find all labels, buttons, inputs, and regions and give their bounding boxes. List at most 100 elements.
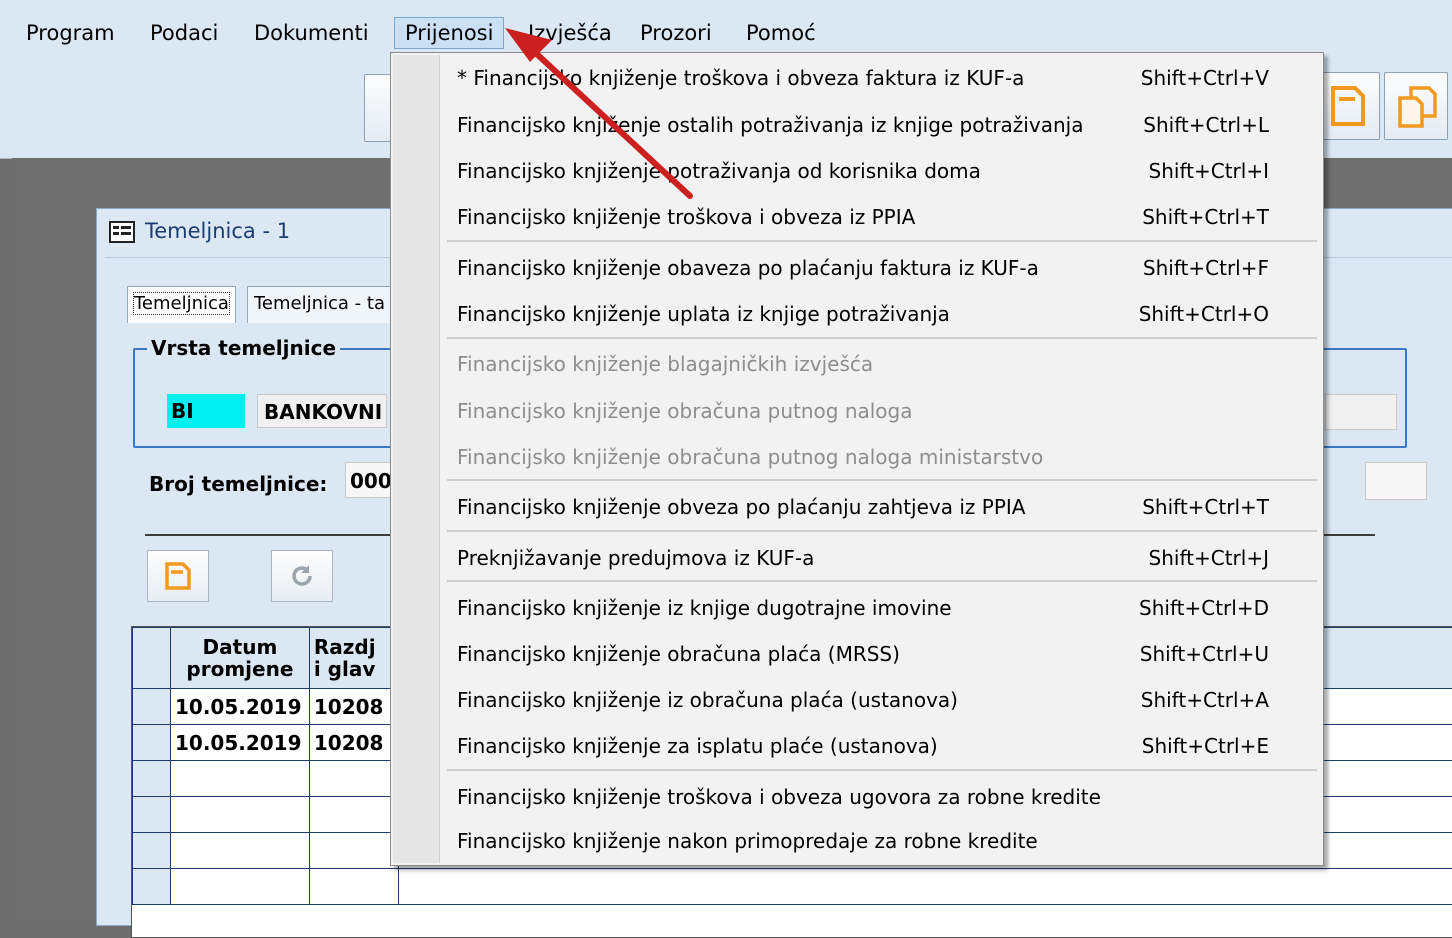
menu-item-label: * Financijsko knjiženje troškova i obvez… bbox=[457, 59, 1024, 97]
cell-empty[interactable] bbox=[170, 833, 309, 869]
page-icon bbox=[164, 561, 192, 591]
menu-separator bbox=[447, 580, 1317, 582]
menu-item-shortcut: Shift+Ctrl+D bbox=[1139, 589, 1269, 627]
cell-empty[interactable] bbox=[309, 833, 398, 869]
menu-item-obaveze-placanje-kuf[interactable]: Financijsko knjiženje obaveza po plaćanj… bbox=[441, 249, 1317, 287]
cell-code[interactable]: 10208 bbox=[309, 689, 398, 725]
cell-code[interactable]: 10208 bbox=[309, 725, 398, 761]
row-indicator[interactable] bbox=[133, 833, 171, 869]
menu-item-shortcut: Shift+Ctrl+E bbox=[1142, 727, 1269, 765]
column-header-razdjel[interactable]: Razdj i glav bbox=[309, 628, 398, 689]
copy-page-icon bbox=[1397, 85, 1437, 129]
table-row[interactable] bbox=[133, 869, 1452, 905]
menu-item-potrazivanja-doma[interactable]: Financijsko knjiženje potraživanja od ko… bbox=[441, 152, 1317, 190]
menu-item-preknjizavanje-predujmova[interactable]: Preknjižavanje predujmova iz KUF-aShift+… bbox=[441, 539, 1317, 577]
menu-pomoc[interactable]: Pomoć bbox=[736, 18, 826, 48]
menu-item-obracun-placa-ustanova[interactable]: Financijsko knjiženje iz obračuna plaća … bbox=[441, 681, 1317, 719]
menu-prozori[interactable]: Prozori bbox=[630, 18, 722, 48]
refresh-icon bbox=[289, 563, 315, 589]
code-field[interactable]: BI bbox=[167, 394, 245, 428]
cell-empty[interactable] bbox=[170, 761, 309, 797]
row-indicator[interactable] bbox=[133, 725, 171, 761]
menu-item-label: Financijsko knjiženje uplata iz knjige p… bbox=[457, 295, 950, 333]
menu-item-blagajnicka-izvjesca: Financijsko knjiženje blagajničkih izvje… bbox=[441, 345, 1317, 383]
menu-item-uplate-potrazivanja[interactable]: Financijsko knjiženje uplata iz knjige p… bbox=[441, 295, 1317, 333]
cell-empty[interactable] bbox=[170, 797, 309, 833]
menu-item-label: Financijsko knjiženje za isplatu plaće (… bbox=[457, 727, 938, 765]
menu-izvjesca[interactable]: Izvješća bbox=[518, 18, 622, 48]
menu-item-dugotrajna-imovina[interactable]: Financijsko knjiženje iz knjige dugotraj… bbox=[441, 589, 1317, 627]
menu-item-shortcut: Shift+Ctrl+A bbox=[1141, 681, 1269, 719]
menu-separator bbox=[447, 240, 1317, 242]
menu-item-shortcut: Shift+Ctrl+V bbox=[1141, 59, 1269, 97]
row-indicator[interactable] bbox=[133, 761, 171, 797]
menu-item-putni-nalog: Financijsko knjiženje obračuna putnog na… bbox=[441, 392, 1317, 430]
menu-item-label: Financijsko knjiženje troškova i obveza … bbox=[457, 198, 915, 236]
menu-separator bbox=[447, 479, 1317, 481]
cell-date[interactable]: 10.05.2019 bbox=[170, 725, 309, 761]
menu-item-obracun-placa-mrss[interactable]: Financijsko knjiženje obračuna plaća (MR… bbox=[441, 635, 1317, 673]
menu-item-label: Financijsko knjiženje iz obračuna plaća … bbox=[457, 681, 958, 719]
row-indicator[interactable] bbox=[133, 869, 171, 905]
menu-item-label: Financijsko knjiženje obračuna putnog na… bbox=[457, 392, 913, 430]
cell-empty[interactable] bbox=[309, 797, 398, 833]
menu-item-zahtjevi-ppia[interactable]: Financijsko knjiženje obveza po plaćanju… bbox=[441, 488, 1317, 526]
menu-item-shortcut: Shift+Ctrl+F bbox=[1143, 249, 1269, 287]
cell-empty[interactable] bbox=[170, 869, 309, 905]
grid-corner bbox=[133, 628, 171, 689]
menu-item-robni-krediti-primopredaja[interactable]: Financijsko knjiženje nakon primopredaje… bbox=[441, 822, 1317, 860]
tab-label: Temeljnica - ta bbox=[254, 293, 385, 314]
menu-item-label: Financijsko knjiženje blagajničkih izvje… bbox=[457, 345, 873, 383]
menu-item-shortcut: Shift+Ctrl+I bbox=[1149, 152, 1269, 190]
menu-separator bbox=[447, 337, 1317, 339]
page-icon bbox=[1329, 85, 1367, 127]
menu-prijenosi[interactable]: Prijenosi bbox=[394, 17, 504, 49]
menu-gutter bbox=[393, 55, 440, 863]
code-name-field: BANKOVNI bbox=[257, 394, 387, 428]
menu-item-troskovi-ppia[interactable]: Financijsko knjiženje troškova i obveza … bbox=[441, 198, 1317, 236]
right-field bbox=[1365, 462, 1427, 500]
toolbar-button-page[interactable] bbox=[1316, 72, 1380, 140]
menu-item-label: Financijsko knjiženje obveza po plaćanju… bbox=[457, 488, 1025, 526]
column-header-datum[interactable]: Datum promjene bbox=[170, 628, 309, 689]
tab-label: Temeljnica bbox=[134, 293, 229, 314]
group-title: Vrsta temeljnice bbox=[147, 336, 340, 360]
menu-item-label: Financijsko knjiženje iz knjige dugotraj… bbox=[457, 589, 952, 627]
menu-item-label: Financijsko knjiženje obaveza po plaćanj… bbox=[457, 249, 1039, 287]
menu-dokumenti[interactable]: Dokumenti bbox=[244, 18, 379, 48]
menu-item-putni-nalog-ministarstvo: Financijsko knjiženje obračuna putnog na… bbox=[441, 438, 1317, 476]
new-row-button[interactable] bbox=[147, 550, 209, 602]
menu-item-label: Financijsko knjiženje obračuna plaća (MR… bbox=[457, 635, 900, 673]
menu-item-knjizenje-kuf[interactable]: * Financijsko knjiženje troškova i obvez… bbox=[441, 59, 1317, 97]
menu-item-isplata-place[interactable]: Financijsko knjiženje za isplatu plaće (… bbox=[441, 727, 1317, 765]
row-indicator[interactable] bbox=[133, 797, 171, 833]
menu-item-label: Financijsko knjiženje nakon primopredaje… bbox=[457, 822, 1038, 860]
menu-item-shortcut: Shift+Ctrl+L bbox=[1143, 106, 1269, 144]
menu-item-label: Preknjižavanje predujmova iz KUF-a bbox=[457, 539, 814, 577]
top-strip bbox=[0, 0, 1452, 10]
cell-date[interactable]: 10.05.2019 bbox=[170, 689, 309, 725]
cell-empty[interactable] bbox=[309, 761, 398, 797]
form-icon bbox=[109, 221, 135, 243]
tab-temeljnica[interactable]: Temeljnica bbox=[127, 286, 236, 323]
menu-item-label: Financijsko knjiženje obračuna putnog na… bbox=[457, 438, 1043, 476]
refresh-button[interactable] bbox=[271, 550, 333, 602]
group-right-field bbox=[1325, 394, 1397, 430]
menu-item-label: Financijsko knjiženje ostalih potraživan… bbox=[457, 106, 1083, 144]
prijenosi-dropdown-menu: * Financijsko knjiženje troškova i obvez… bbox=[390, 52, 1324, 866]
menu-item-robni-krediti-troskovi[interactable]: Financijsko knjiženje troškova i obveza … bbox=[441, 778, 1317, 816]
menu-item-ostala-potrazivanja[interactable]: Financijsko knjiženje ostalih potraživan… bbox=[441, 106, 1317, 144]
menubar: Program Podaci Dokumenti Prijenosi Izvje… bbox=[0, 10, 1452, 54]
tab-temeljnica-ta[interactable]: Temeljnica - ta bbox=[247, 286, 401, 323]
row-indicator[interactable] bbox=[133, 689, 171, 725]
menu-item-shortcut: Shift+Ctrl+T bbox=[1142, 198, 1269, 236]
menu-item-shortcut: Shift+Ctrl+T bbox=[1142, 488, 1269, 526]
menu-program[interactable]: Program bbox=[16, 18, 125, 48]
menu-podaci[interactable]: Podaci bbox=[140, 18, 228, 48]
toolbar-button-copy[interactable] bbox=[1384, 72, 1448, 140]
cell-empty[interactable] bbox=[309, 869, 398, 905]
cell-empty[interactable] bbox=[398, 869, 1452, 905]
window-title: Temeljnica - 1 bbox=[145, 219, 290, 243]
menu-item-label: Financijsko knjiženje potraživanja od ko… bbox=[457, 152, 981, 190]
menu-item-label: Financijsko knjiženje troškova i obveza … bbox=[457, 778, 1101, 816]
